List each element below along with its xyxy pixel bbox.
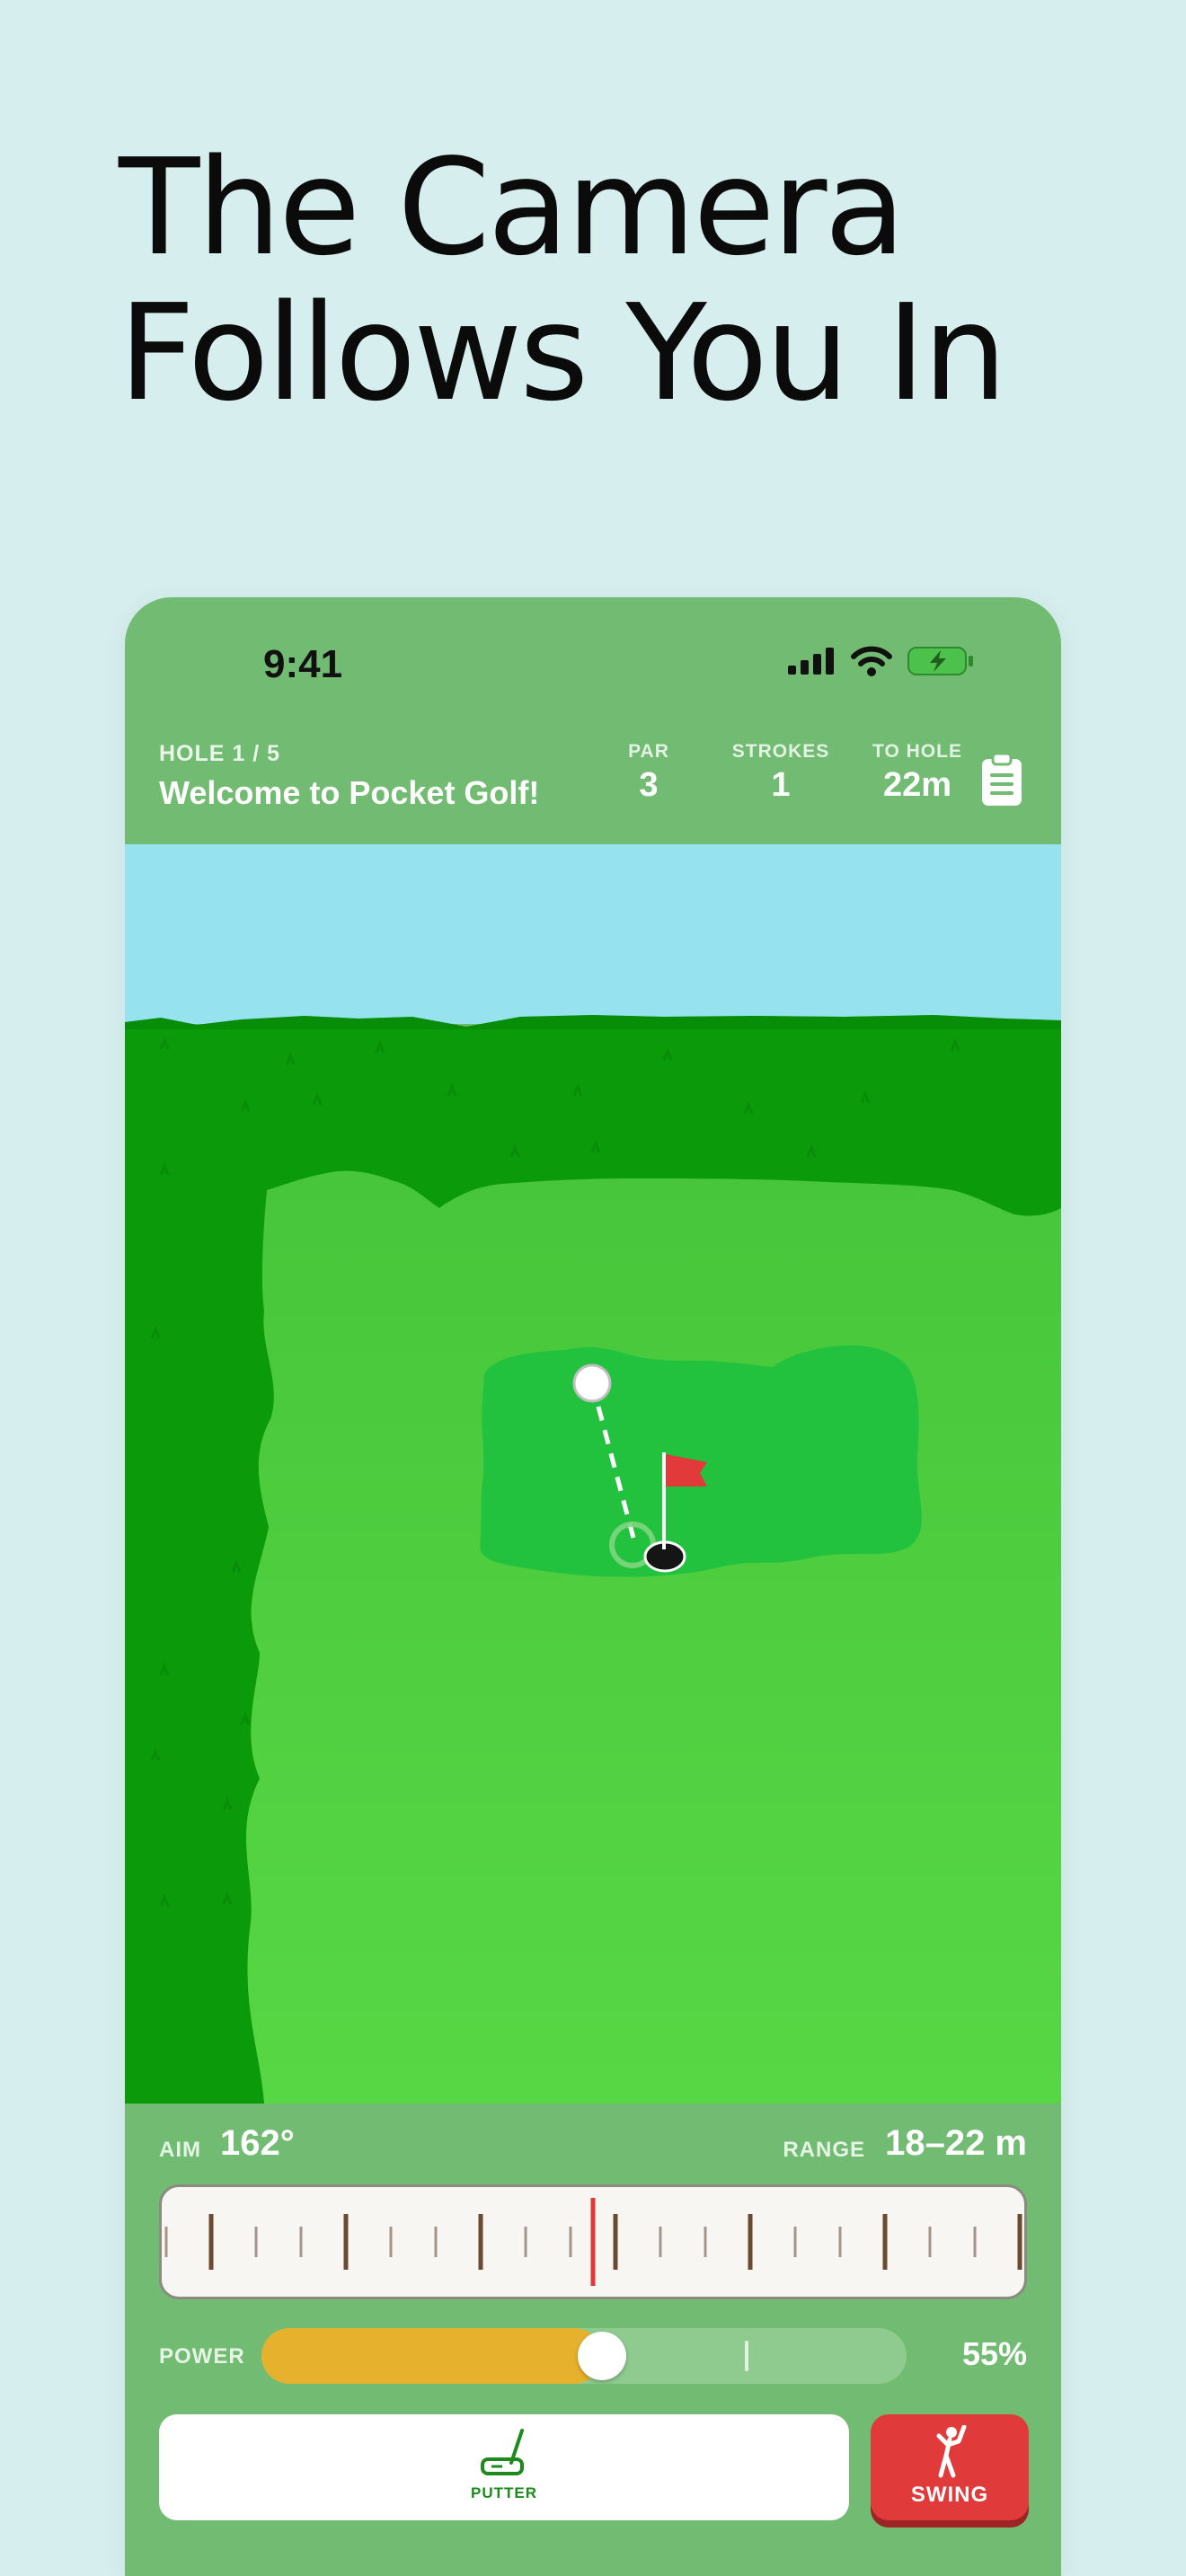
- status-icons: [788, 645, 975, 677]
- wifi-icon: [851, 646, 892, 676]
- stat-strokes-label: STROKES: [731, 741, 830, 762]
- scorecard-button[interactable]: [980, 752, 1023, 807]
- swing-label: SWING: [910, 2483, 989, 2507]
- course-view[interactable]: [125, 844, 1061, 2104]
- stat-strokes-value: 1: [771, 766, 791, 804]
- stat-par: PAR 3: [608, 741, 689, 805]
- aim-label: AIM: [159, 2138, 201, 2162]
- phone-screen: 9:41 HOLE 1 / 5 Welcome to Pocket Golf! …: [125, 597, 1061, 2576]
- golfer-icon: [936, 2425, 967, 2478]
- hole-number: HOLE 1 / 5: [159, 741, 281, 766]
- power-value: 55%: [961, 2335, 1027, 2372]
- power-slider-handle[interactable]: [578, 2332, 626, 2380]
- club-label: PUTTER: [471, 2484, 537, 2501]
- aim-dial-ticks: [164, 2198, 1022, 2286]
- club-selector-button[interactable]: PUTTER: [159, 2414, 849, 2520]
- hole-title: Welcome to Pocket Golf!: [159, 774, 540, 811]
- stat-to-hole-label: TO HOLE: [872, 741, 962, 762]
- swing-button[interactable]: SWING: [871, 2414, 1029, 2520]
- power-row: POWER 55%: [159, 2328, 1027, 2384]
- putter-icon: [481, 2429, 524, 2475]
- status-time: 9:41: [263, 642, 343, 686]
- power-label: POWER: [159, 2344, 245, 2369]
- ball: [572, 1363, 612, 1403]
- aim-value: 162°: [220, 2123, 295, 2163]
- power-sweet-spot-marker: [745, 2341, 748, 2371]
- stat-par-label: PAR: [628, 741, 669, 762]
- battery-charging-icon: [907, 647, 973, 675]
- hole-info-bar: HOLE 1 / 5 Welcome to Pocket Golf! PAR 3…: [125, 741, 1061, 840]
- range-label: RANGE: [783, 2138, 865, 2162]
- stat-to-hole-value: 22m: [882, 766, 952, 804]
- range-value: 18–22 m: [885, 2123, 1027, 2163]
- stat-to-hole: TO HOLE 22m: [854, 741, 980, 805]
- sky: [125, 844, 1061, 1024]
- fairway: [245, 1170, 1061, 2104]
- headline-line-2: Follows You In: [119, 276, 1007, 430]
- hole-info: HOLE 1 / 5 Welcome to Pocket Golf!: [159, 741, 539, 812]
- headline-line-1: The Camera: [119, 130, 906, 285]
- aim-dial[interactable]: [159, 2184, 1027, 2299]
- power-fill: [261, 2328, 602, 2384]
- cellular-signal-icon: [788, 648, 834, 675]
- aim-row: AIM 162° RANGE 18–22 m: [159, 2123, 1027, 2168]
- stat-par-value: 3: [639, 766, 659, 804]
- stat-strokes: STROKES 1: [718, 741, 844, 805]
- headline: The Camera Follows You In: [119, 135, 1107, 426]
- shot-controls: AIM 162° RANGE 18–22 m POWER 55% PUTTER: [125, 2104, 1061, 2576]
- power-slider[interactable]: [261, 2328, 907, 2384]
